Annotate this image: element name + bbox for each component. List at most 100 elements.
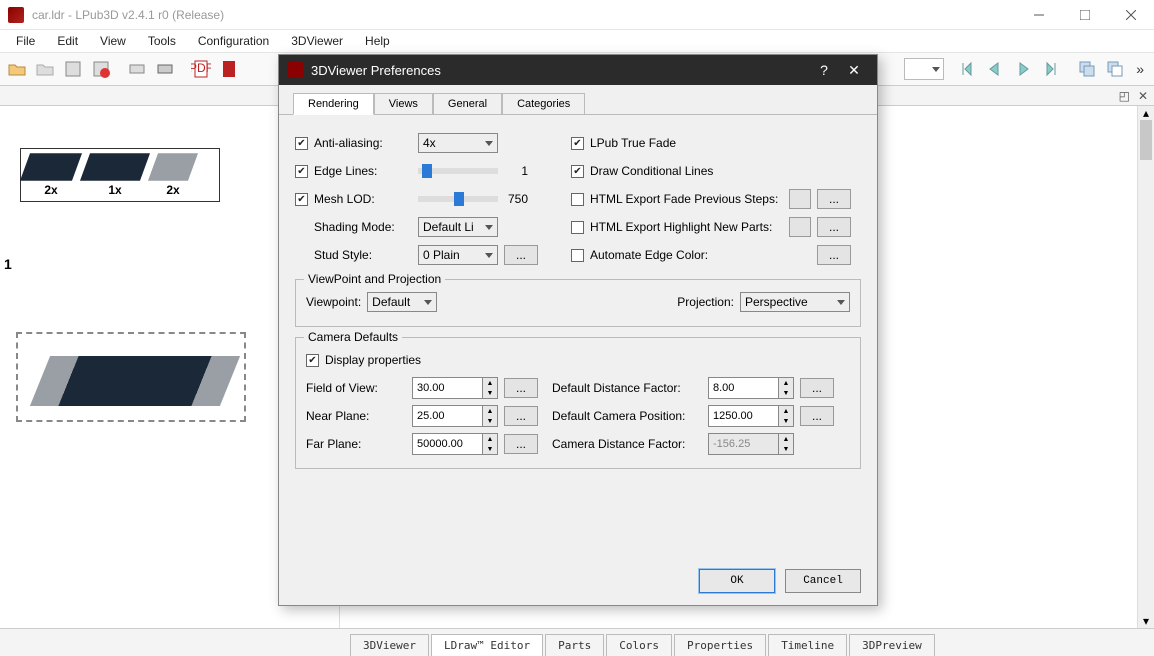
toolbar-overflow-icon[interactable]: » (1130, 61, 1150, 77)
near-input[interactable]: ▲▼ (412, 405, 498, 427)
dcp-input[interactable]: ▲▼ (708, 405, 794, 427)
projection-label: Projection: (677, 295, 734, 309)
pdf-alt-icon[interactable] (216, 56, 242, 82)
edge-lines-slider[interactable] (418, 168, 498, 174)
display-props-checkbox[interactable] (306, 354, 319, 367)
mesh-lod-checkbox[interactable] (295, 193, 308, 206)
tab-3dpreview[interactable]: 3DPreview (849, 634, 935, 656)
cdf-input: ▲▼ (708, 433, 794, 455)
far-more-button[interactable]: ... (504, 434, 538, 454)
draw-conditional-checkbox[interactable] (571, 165, 584, 178)
dock-close-icon[interactable]: ✕ (1138, 89, 1148, 103)
menu-configuration[interactable]: Configuration (188, 32, 279, 50)
html-fade-color-button[interactable] (789, 189, 811, 209)
ddf-more-button[interactable]: ... (800, 378, 834, 398)
menu-tools[interactable]: Tools (138, 32, 186, 50)
print-icon[interactable] (152, 56, 178, 82)
dock-float-icon[interactable]: ◰ (1119, 89, 1130, 103)
parts-list[interactable]: 2x 1x 2x (20, 148, 220, 202)
html-highlight-more-button[interactable]: ... (817, 217, 851, 237)
auto-edge-checkbox[interactable] (571, 249, 584, 262)
open-icon[interactable] (4, 56, 30, 82)
dialog-icon (287, 62, 303, 78)
near-more-button[interactable]: ... (504, 406, 538, 426)
tab-rendering[interactable]: Rendering (293, 93, 374, 115)
vertical-scrollbar[interactable]: ▴ ▾ (1137, 106, 1154, 628)
stud-style-select[interactable]: 0 Plain (418, 245, 498, 265)
edge-lines-checkbox[interactable] (295, 165, 308, 178)
far-input[interactable]: ▲▼ (412, 433, 498, 455)
html-fade-checkbox[interactable] (571, 193, 584, 206)
close-file-icon[interactable] (32, 56, 58, 82)
html-fade-more-button[interactable]: ... (817, 189, 851, 209)
bottom-tabbar: 3DViewer LDraw™ Editor Parts Colors Prop… (0, 628, 1154, 656)
lpub-true-fade-checkbox[interactable] (571, 137, 584, 150)
toolbar-dropdown[interactable] (904, 58, 944, 80)
edge-lines-value: 1 (504, 164, 528, 178)
lpub-true-fade-label: LPub True Fade (590, 136, 676, 150)
edge-lines-label: Edge Lines: (314, 164, 412, 178)
close-button[interactable] (1108, 0, 1154, 30)
stud-style-value: 0 Plain (423, 248, 460, 262)
viewpoint-select[interactable]: Default (367, 292, 437, 312)
cancel-button[interactable]: Cancel (785, 569, 861, 593)
anti-aliasing-checkbox[interactable] (295, 137, 308, 150)
tab-parts[interactable]: Parts (545, 634, 604, 656)
shading-mode-select[interactable]: Default Li (418, 217, 498, 237)
html-fade-label: HTML Export Fade Previous Steps: (590, 192, 783, 206)
menu-help[interactable]: Help (355, 32, 400, 50)
tab-views[interactable]: Views (374, 93, 433, 114)
mesh-lod-slider[interactable] (418, 196, 498, 202)
pdf-icon[interactable]: PDF (188, 56, 214, 82)
save-error-icon[interactable] (88, 56, 114, 82)
tab-timeline[interactable]: Timeline (768, 634, 847, 656)
menu-edit[interactable]: Edit (47, 32, 88, 50)
nav-prev-icon[interactable] (982, 56, 1008, 82)
tab-categories[interactable]: Categories (502, 93, 585, 114)
stud-style-more-button[interactable]: ... (504, 245, 538, 265)
copy-icon[interactable] (1074, 56, 1100, 82)
html-highlight-color-button[interactable] (789, 217, 811, 237)
save-icon[interactable] (60, 56, 86, 82)
tab-colors[interactable]: Colors (606, 634, 672, 656)
pli-qty: 2x (166, 183, 179, 197)
dcp-more-button[interactable]: ... (800, 406, 834, 426)
assembly-selection[interactable] (16, 332, 246, 422)
html-highlight-checkbox[interactable] (571, 221, 584, 234)
display-props-label: Display properties (325, 353, 421, 367)
tab-properties[interactable]: Properties (674, 634, 766, 656)
dialog-help-button[interactable]: ? (809, 62, 839, 78)
menu-3dviewer[interactable]: 3DViewer (281, 32, 353, 50)
nav-next-icon[interactable] (1010, 56, 1036, 82)
menu-file[interactable]: File (6, 32, 45, 50)
auto-edge-more-button[interactable]: ... (817, 245, 851, 265)
projection-select[interactable]: Perspective (740, 292, 850, 312)
fov-more-button[interactable]: ... (504, 378, 538, 398)
viewpoint-label: Viewpoint: (306, 295, 361, 309)
scroll-down-icon[interactable]: ▾ (1138, 614, 1154, 628)
dialog-close-button[interactable]: ✕ (839, 62, 869, 79)
window-titlebar: car.ldr - LPub3D v2.4.1 r0 (Release) (0, 0, 1154, 30)
scroll-up-icon[interactable]: ▴ (1138, 106, 1154, 120)
nav-last-icon[interactable] (1038, 56, 1064, 82)
minimize-button[interactable] (1016, 0, 1062, 30)
menu-view[interactable]: View (90, 32, 136, 50)
maximize-button[interactable] (1062, 0, 1108, 30)
far-label: Far Plane: (306, 437, 406, 451)
camera-group-title: Camera Defaults (304, 330, 402, 344)
pli-qty: 1x (108, 183, 121, 197)
stud-style-label: Stud Style: (314, 248, 412, 262)
ddf-input[interactable]: ▲▼ (708, 377, 794, 399)
scroll-thumb[interactable] (1140, 120, 1152, 160)
projection-value: Perspective (745, 295, 808, 309)
fov-input[interactable]: ▲▼ (412, 377, 498, 399)
tab-general[interactable]: General (433, 93, 502, 114)
paste-icon[interactable] (1102, 56, 1128, 82)
nav-first-icon[interactable] (954, 56, 980, 82)
ok-button[interactable]: OK (699, 569, 775, 593)
tab-ldraw-editor[interactable]: LDraw™ Editor (431, 634, 543, 656)
print-preview-icon[interactable] (124, 56, 150, 82)
tab-3dviewer[interactable]: 3DViewer (350, 634, 429, 656)
anti-aliasing-select[interactable]: 4x (418, 133, 498, 153)
dialog-titlebar[interactable]: 3DViewer Preferences ? ✕ (279, 55, 877, 85)
